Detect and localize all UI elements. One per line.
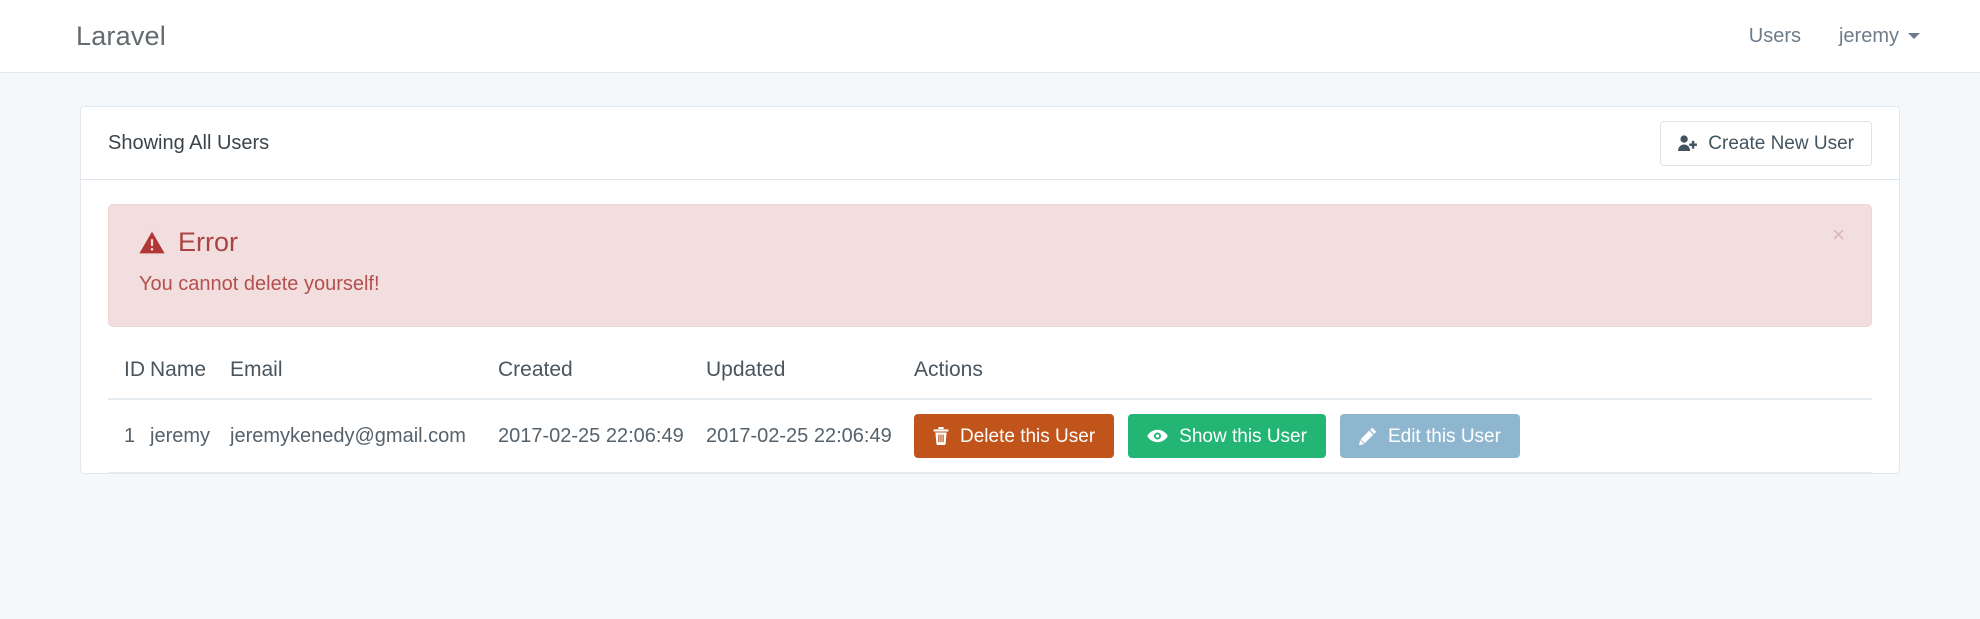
column-header-updated: Updated [706,349,914,400]
nav-link-users[interactable]: Users [1749,26,1801,46]
chevron-down-icon [1908,33,1920,39]
cell-actions: Delete this User Show this User Edit thi… [914,399,1872,473]
create-new-user-button[interactable]: Create New User [1660,120,1872,166]
cell-email: jeremykenedy@gmail.com [230,399,498,473]
eye-icon [1147,429,1168,443]
navbar-right-links: Users jeremy [1749,26,1920,46]
card-header: Showing All Users Create New User [81,107,1899,180]
alert-heading-row: Error [139,229,1841,256]
pencil-icon [1358,427,1377,445]
show-user-label: Show this User [1179,425,1307,447]
delete-user-label: Delete this User [960,425,1096,447]
show-user-button[interactable]: Show this User [1128,414,1326,458]
edit-user-button[interactable]: Edit this User [1339,414,1520,458]
users-card: Showing All Users Create New User Error … [80,106,1900,474]
error-alert: Error You cannot delete yourself! × [108,204,1872,327]
column-header-email: Email [230,349,498,400]
page-title: Showing All Users [108,132,270,154]
table-header-row: ID Name Email Created Updated Actions [108,349,1872,400]
column-header-created: Created [498,349,706,400]
user-dropdown-toggle[interactable]: jeremy [1839,26,1920,46]
row-action-buttons: Delete this User Show this User Edit thi… [914,414,1872,458]
top-navbar: Laravel Users jeremy [0,0,1980,73]
users-table: ID Name Email Created Updated Actions 1 … [108,349,1872,473]
delete-user-button[interactable]: Delete this User [914,414,1115,458]
create-new-user-label: Create New User [1708,132,1854,154]
edit-user-label: Edit this User [1387,425,1501,447]
column-header-name: Name [150,349,230,400]
alert-message: You cannot delete yourself! [139,273,380,295]
users-table-body: 1 jeremy jeremykenedy@gmail.com 2017-02-… [108,399,1872,473]
column-header-id: ID [108,349,150,400]
close-icon[interactable]: × [1827,222,1850,248]
user-plus-icon [1678,134,1698,152]
page-container: Showing All Users Create New User Error … [0,73,1980,474]
brand-logo[interactable]: Laravel [76,22,166,50]
cell-id: 1 [108,399,150,473]
column-header-actions: Actions [914,349,1872,400]
table-row: 1 jeremy jeremykenedy@gmail.com 2017-02-… [108,399,1872,473]
cell-created: 2017-02-25 22:06:49 [498,399,706,473]
card-body: Error You cannot delete yourself! × ID N… [81,180,1899,473]
users-table-head: ID Name Email Created Updated Actions [108,349,1872,400]
cell-updated: 2017-02-25 22:06:49 [706,399,914,473]
warning-triangle-icon [139,231,165,254]
alert-title: Error [178,227,238,257]
trash-icon [933,427,949,445]
cell-name: jeremy [150,399,230,473]
user-dropdown-label: jeremy [1838,25,1899,47]
